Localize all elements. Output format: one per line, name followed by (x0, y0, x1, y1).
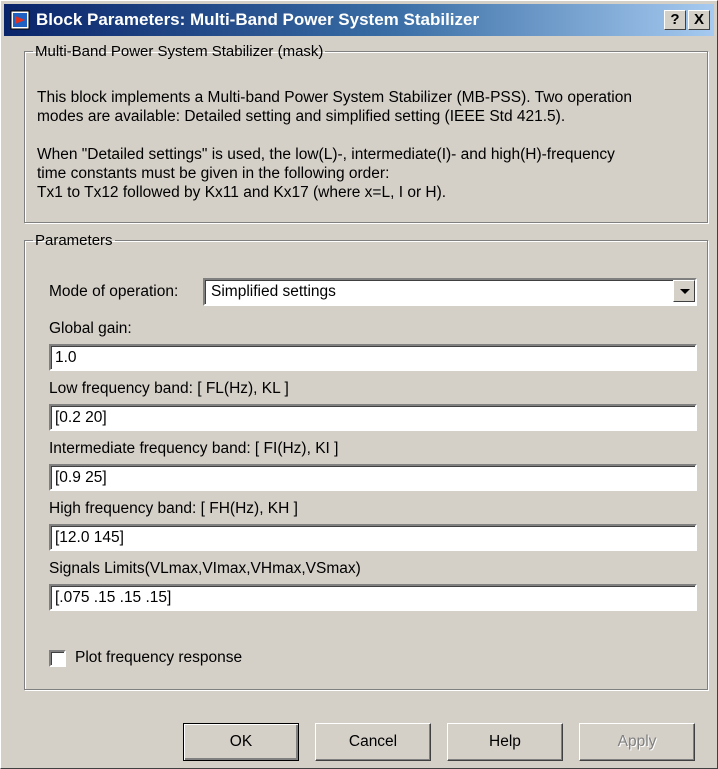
apply-button-label: Apply (617, 733, 657, 750)
cancel-button-label: Cancel (348, 733, 398, 750)
chevron-down-icon[interactable] (673, 280, 695, 302)
plot-frequency-checkbox[interactable] (49, 650, 66, 667)
description-line: Tx1 to Tx12 followed by Kx11 and Kx17 (w… (37, 184, 447, 201)
global-gain-input[interactable]: 1.0 (49, 344, 697, 371)
low-band-label: Low frequency band: [ FL(Hz), KL ] (49, 380, 289, 397)
mode-select-value: Simplified settings (211, 283, 336, 300)
mask-description: This block implements a Multi-band Power… (37, 88, 632, 202)
help-button[interactable]: Help (447, 723, 563, 761)
intermediate-band-input[interactable]: [0.9 25] (49, 464, 697, 491)
mode-label: Mode of operation: (49, 283, 179, 300)
mask-description-group: Multi-Band Power System Stabilizer (mask… (24, 43, 708, 223)
cancel-button[interactable]: Cancel (315, 723, 431, 761)
description-line: time constants must be given in the foll… (37, 165, 390, 182)
intermediate-band-label: Intermediate frequency band: [ FI(Hz), K… (49, 440, 339, 457)
help-title-button[interactable]: ? (664, 10, 686, 30)
signal-limits-input[interactable]: [.075 .15 .15 .15] (49, 584, 697, 611)
mask-legend: Multi-Band Power System Stabilizer (mask… (35, 43, 324, 60)
parameters-group: Parameters Mode of operation: Simplified… (24, 232, 708, 690)
description-line: modes are available: Detailed setting an… (37, 108, 566, 125)
dialog-window: Block Parameters: Multi-Band Power Syste… (0, 0, 718, 769)
signal-limits-label: Signals Limits(VLmax,VImax,VHmax,VSmax) (49, 560, 361, 577)
description-line: When "Detailed settings" is used, the lo… (37, 146, 615, 163)
close-button[interactable]: X (688, 10, 710, 30)
simulink-block-icon (10, 10, 30, 30)
low-band-input[interactable]: [0.2 20] (49, 404, 697, 431)
window-title: Block Parameters: Multi-Band Power Syste… (36, 10, 480, 29)
plot-frequency-label[interactable]: Plot frequency response (75, 649, 242, 667)
parameters-legend: Parameters (35, 232, 113, 249)
help-button-label: Help (489, 733, 521, 750)
mode-select[interactable]: Simplified settings (203, 278, 697, 306)
high-band-label: High frequency band: [ FH(Hz), KH ] (49, 500, 298, 517)
ok-button[interactable]: OK (183, 723, 299, 761)
apply-button[interactable]: Apply (579, 723, 695, 761)
ok-button-label: OK (229, 733, 253, 750)
title-bar[interactable]: Block Parameters: Multi-Band Power Syste… (4, 4, 714, 36)
description-line: This block implements a Multi-band Power… (37, 89, 632, 106)
global-gain-label: Global gain: (49, 320, 132, 337)
high-band-input[interactable]: [12.0 145] (49, 524, 697, 551)
